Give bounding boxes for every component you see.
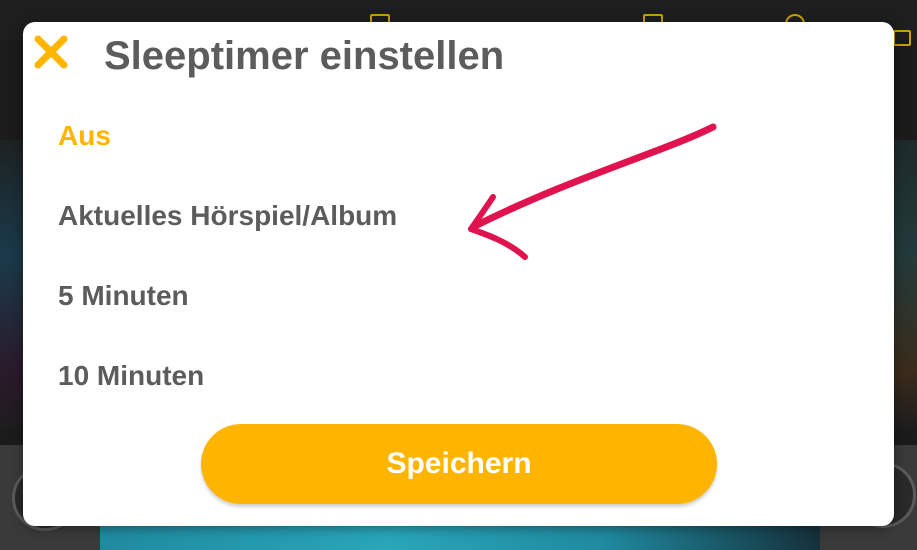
close-x-icon	[34, 35, 68, 69]
option-current-album[interactable]: Aktuelles Hörspiel/Album	[41, 176, 861, 256]
background-left-artwork	[0, 140, 24, 430]
close-button[interactable]	[31, 32, 71, 72]
save-button[interactable]: Speichern	[201, 424, 717, 504]
background-banner-strip	[100, 522, 820, 550]
option-10-minutes[interactable]: 10 Minuten	[41, 336, 861, 412]
option-5-minutes[interactable]: 5 Minuten	[41, 256, 861, 336]
option-aus[interactable]: Aus	[41, 96, 861, 176]
sleeptimer-options-list[interactable]: Aus Aktuelles Hörspiel/Album 5 Minuten 1…	[41, 96, 861, 412]
dialog-title: Sleeptimer einstellen	[104, 34, 505, 78]
background-battery-icon	[893, 30, 911, 46]
sleeptimer-dialog: Sleeptimer einstellen Aus Aktuelles Hörs…	[23, 22, 894, 526]
